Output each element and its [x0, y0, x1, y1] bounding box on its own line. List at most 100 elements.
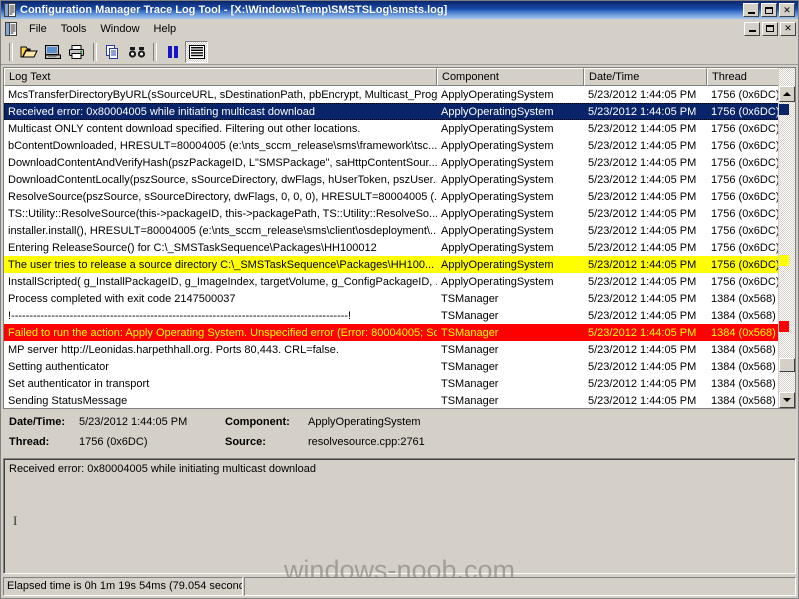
cell-datetime: 5/23/2012 1:44:05 PM	[588, 343, 697, 356]
mdi-close-button[interactable]: ✕	[780, 21, 796, 36]
cell-datetime: 5/23/2012 1:44:05 PM	[588, 224, 697, 237]
detail-component-label: Component:	[225, 416, 290, 428]
column-header-component[interactable]: Component	[437, 68, 584, 86]
maximize-button[interactable]	[761, 3, 777, 17]
monitor-icon[interactable]	[41, 41, 64, 63]
table-row[interactable]: bContentDownloaded, HRESULT=80004005 (e:…	[4, 137, 795, 154]
column-header-thread[interactable]: Thread	[707, 68, 785, 86]
cell-thread: 1384 (0x568)	[711, 326, 776, 339]
open-icon[interactable]	[17, 41, 40, 63]
cell-log: InstallScripted( g_InstallPackageID, g_I…	[8, 275, 437, 288]
table-row[interactable]: installer.install(), HRESULT=80004005 (e…	[4, 222, 795, 239]
detail-thread-value: 1756 (0x6DC)	[79, 436, 148, 448]
menu-item-file[interactable]: File	[22, 21, 54, 37]
menu-item-window[interactable]: Window	[93, 21, 146, 37]
table-row[interactable]: ResolveSource(pszSource, sSourceDirector…	[4, 188, 795, 205]
cell-datetime: 5/23/2012 1:44:05 PM	[588, 326, 697, 339]
table-row[interactable]: !---------------------------------------…	[4, 307, 795, 324]
copy-icon[interactable]	[101, 41, 124, 63]
cell-component: TSManager	[441, 292, 499, 305]
table-row[interactable]: Failed to run the action: Apply Operatin…	[4, 324, 795, 341]
toolbar-separator	[9, 42, 13, 61]
cell-log: Sending StatusMessage	[8, 394, 128, 407]
detail-datetime-value: 5/23/2012 1:44:05 PM	[79, 416, 188, 428]
autoscroll-icon[interactable]	[185, 40, 208, 63]
log-text-pane[interactable]: Received error: 0x80004005 while initiat…	[3, 458, 796, 574]
table-row[interactable]: Process completed with exit code 2147500…	[4, 290, 795, 307]
scroll-marker-selected	[779, 104, 789, 115]
cell-thread: 1756 (0x6DC)	[711, 241, 780, 254]
cell-component: ApplyOperatingSystem	[441, 173, 554, 186]
table-row[interactable]: The user tries to release a source direc…	[4, 256, 795, 273]
cell-log: Set authenticator in transport	[8, 377, 150, 390]
table-row[interactable]: Entering ReleaseSource() for C:\_SMSTask…	[4, 239, 795, 256]
table-row[interactable]: Sending StatusMessage TSManager 5/23/2012 …	[4, 392, 795, 408]
cell-component: ApplyOperatingSystem	[441, 275, 554, 288]
table-row[interactable]: DownloadContentLocally(pszSource, sSourc…	[4, 171, 795, 188]
pause-icon[interactable]	[161, 41, 184, 63]
cell-component: TSManager	[441, 343, 499, 356]
cell-component: ApplyOperatingSystem	[441, 105, 554, 118]
cell-thread: 1756 (0x6DC)	[711, 173, 780, 186]
cell-component: ApplyOperatingSystem	[441, 258, 554, 271]
table-row[interactable]: DownloadContentAndVerifyHash(pszPackageI…	[4, 154, 795, 171]
cell-datetime: 5/23/2012 1:44:05 PM	[588, 173, 697, 186]
scroll-thumb[interactable]	[779, 358, 795, 372]
detail-source-value: resolvesource.cpp:2761	[308, 436, 425, 448]
cell-log: !---------------------------------------…	[8, 309, 352, 322]
cell-log: ResolveSource(pszSource, sSourceDirector…	[8, 190, 437, 203]
detail-source-label: Source:	[225, 436, 266, 448]
cell-component: ApplyOperatingSystem	[441, 207, 554, 220]
column-header-log-text[interactable]: Log Text	[4, 68, 437, 86]
cell-thread: 1384 (0x568)	[711, 360, 776, 373]
table-row[interactable]: InstallScripted( g_InstallPackageID, g_I…	[4, 273, 795, 290]
cell-log: installer.install(), HRESULT=80004005 (e…	[8, 224, 437, 237]
minimize-button[interactable]	[743, 3, 759, 17]
status-bar: Elapsed time is 0h 1m 19s 54ms (79.054 s…	[3, 577, 796, 596]
cell-datetime: 5/23/2012 1:44:05 PM	[588, 156, 697, 169]
table-row[interactable]: McsTransferDirectoryByURL(sSourceURL, sD…	[4, 86, 795, 103]
cell-thread: 1756 (0x6DC)	[711, 88, 780, 101]
cell-component: ApplyOperatingSystem	[441, 122, 554, 135]
scroll-up-button[interactable]	[779, 86, 795, 102]
table-row[interactable]: MP server http://Leonidas.harpethhall.or…	[4, 341, 795, 358]
print-icon[interactable]	[65, 41, 88, 63]
detail-datetime-label: Date/Time:	[9, 416, 66, 428]
cell-datetime: 5/23/2012 1:44:05 PM	[588, 88, 697, 101]
cell-thread: 1756 (0x6DC)	[711, 105, 780, 118]
table-row[interactable]: Set authenticator in transport TSManager 5…	[4, 375, 795, 392]
find-icon[interactable]	[125, 41, 148, 63]
status-elapsed-time: Elapsed time is 0h 1m 19s 54ms (79.054 s…	[3, 577, 243, 596]
cell-datetime: 5/23/2012 1:44:05 PM	[588, 190, 697, 203]
cell-datetime: 5/23/2012 1:44:05 PM	[588, 377, 697, 390]
toolbar-separator-3	[153, 42, 157, 61]
document-icon	[4, 21, 18, 36]
mdi-minimize-button[interactable]	[744, 21, 760, 36]
menu-item-tools[interactable]: Tools	[54, 21, 94, 37]
cell-thread: 1384 (0x568)	[711, 309, 776, 322]
cell-thread: 1756 (0x6DC)	[711, 139, 780, 152]
cell-log: bContentDownloaded, HRESULT=80004005 (e:…	[8, 139, 437, 152]
cell-log: Failed to run the action: Apply Operatin…	[8, 326, 437, 339]
table-row[interactable]: Setting authenticator TSManager 5/23/2012 …	[4, 358, 795, 375]
cell-thread: 1384 (0x568)	[711, 394, 776, 407]
menu-item-help[interactable]: Help	[147, 21, 184, 37]
close-button[interactable]: ✕	[779, 3, 795, 17]
mdi-restore-button[interactable]	[762, 21, 778, 36]
cell-component: ApplyOperatingSystem	[441, 156, 554, 169]
cell-log: DownloadContentAndVerifyHash(pszPackageI…	[8, 156, 437, 169]
cell-component: ApplyOperatingSystem	[441, 224, 554, 237]
cell-log: Entering ReleaseSource() for C:\_SMSTask…	[8, 241, 377, 254]
column-header-datetime[interactable]: Date/Time	[584, 68, 707, 86]
list-vertical-scrollbar[interactable]	[778, 68, 795, 408]
scroll-down-button[interactable]	[779, 392, 795, 408]
table-row[interactable]: Received error: 0x80004005 while initiat…	[4, 103, 795, 120]
table-row[interactable]: TS::Utility::ResolveSource(this->package…	[4, 205, 795, 222]
cell-log: TS::Utility::ResolveSource(this->package…	[8, 207, 437, 220]
table-row[interactable]: Multicast ONLY content download specifie…	[4, 120, 795, 137]
app-icon	[3, 3, 17, 17]
cell-component: ApplyOperatingSystem	[441, 139, 554, 152]
cell-component: ApplyOperatingSystem	[441, 190, 554, 203]
scroll-marker-warning	[779, 255, 789, 266]
cell-thread: 1756 (0x6DC)	[711, 275, 780, 288]
